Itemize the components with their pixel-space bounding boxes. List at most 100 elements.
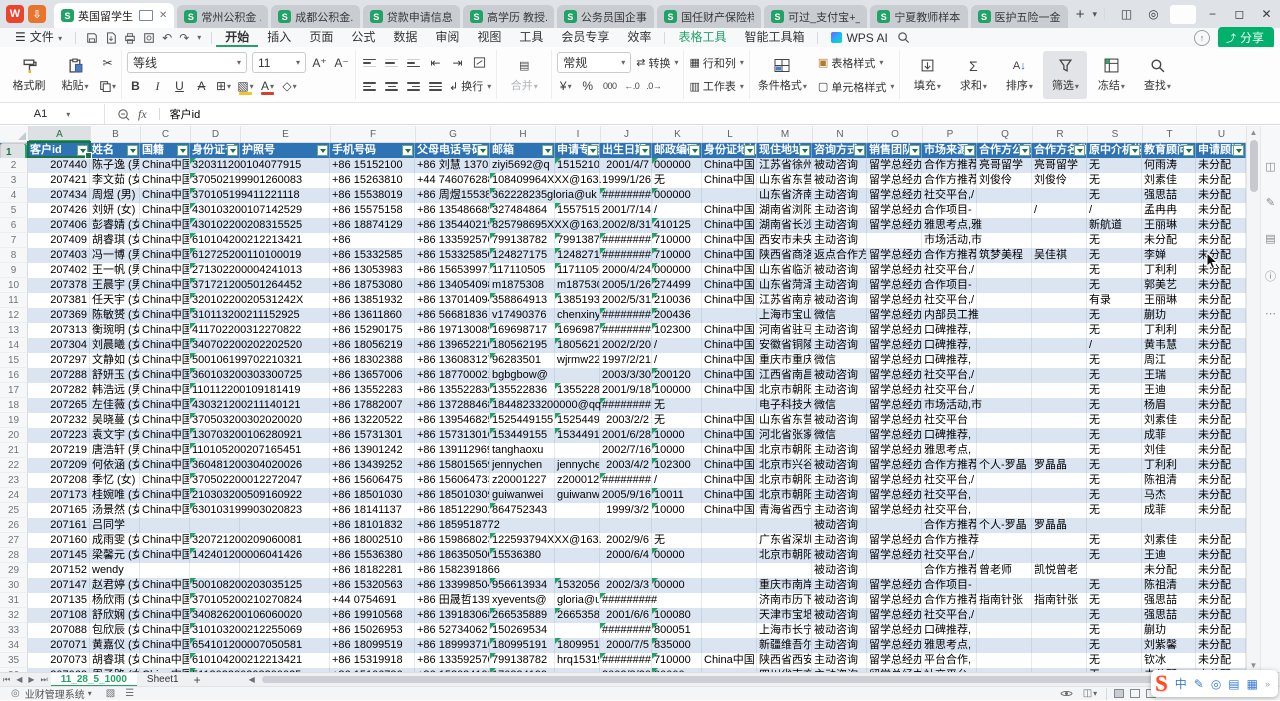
justify-icon[interactable] — [427, 77, 444, 96]
cell-R23[interactable] — [1032, 473, 1087, 488]
cell-K34[interactable]: 835000 — [652, 638, 702, 653]
cell-J11[interactable]: 2002/5/31 — [600, 293, 652, 308]
cell-O9[interactable]: 留学总经办 — [867, 263, 922, 278]
font-name-select[interactable]: 等线▾ — [127, 52, 247, 73]
cell-F24[interactable]: +86 18501030 — [330, 488, 415, 503]
cell-F17[interactable]: +86 13552283 — [330, 383, 415, 398]
cell-D12[interactable]: 310113200211152925 — [190, 308, 240, 323]
cell-U20[interactable]: 未分配 — [1196, 428, 1246, 443]
cell-L3[interactable]: China中国 — [702, 173, 757, 188]
cell-P20[interactable]: 口碑推荐, — [922, 428, 977, 443]
cell-G30[interactable]: +86 1339985047 — [415, 578, 490, 593]
cell-O3[interactable]: 留学总经办 — [867, 173, 922, 188]
cell-N12[interactable]: 微信 — [812, 308, 867, 323]
file-tab[interactable]: S成都公积金.xlsx — [271, 5, 359, 28]
find-button[interactable]: 查找▾ — [1135, 51, 1179, 99]
cell-U21[interactable]: 未分配 — [1196, 443, 1246, 458]
freeze-button[interactable]: 冻结▾ — [1089, 51, 1133, 99]
cell-U14[interactable]: 未分配 — [1196, 338, 1246, 353]
cell-U29[interactable]: 未分配 — [1196, 563, 1246, 578]
cell-R24[interactable] — [1032, 488, 1087, 503]
column-header-C[interactable]: C — [141, 126, 191, 142]
cell-C5[interactable]: China中国 — [140, 203, 190, 218]
cell-R3[interactable]: 刘俊伶 — [1032, 173, 1087, 188]
cell-K10[interactable]: 274499 — [652, 278, 702, 293]
borders-button[interactable]: ⊞▾ — [215, 77, 232, 96]
cell-I28[interactable] — [555, 548, 600, 563]
row-header-34[interactable]: 34 — [0, 638, 28, 653]
cell-H24[interactable]: guiwanwei — [490, 488, 555, 503]
cell-J35[interactable]: ######### — [600, 653, 652, 668]
file-tab[interactable]: S常州公积金 .xlsx — [177, 5, 268, 28]
row-header-18[interactable]: 18 — [0, 398, 28, 413]
cell-T22[interactable]: 丁利利 — [1142, 458, 1196, 473]
cell-G24[interactable]: +86 1850103098 — [415, 488, 490, 503]
align-center-icon[interactable] — [383, 77, 400, 96]
next-sheet-icon[interactable]: ▶ — [25, 675, 37, 684]
cell-L28[interactable] — [702, 548, 757, 563]
cell-H7[interactable]: 799138782 — [490, 233, 555, 248]
cell-K19[interactable]: 无 — [652, 413, 702, 428]
cell-H18[interactable]: 18448233200000@qq — [490, 398, 555, 413]
header-cell-K1[interactable]: 邮政编码 — [652, 143, 702, 158]
cell-T30[interactable]: 陈祖清 — [1142, 578, 1196, 593]
cell-Q29[interactable]: 曾老师 — [977, 563, 1032, 578]
cell-B14[interactable]: 刘晨曦 (女 — [90, 338, 140, 353]
cell-N16[interactable]: 被动咨询 — [812, 368, 867, 383]
cell-B15[interactable]: 文静如 (女 — [90, 353, 140, 368]
cell-H19[interactable]: 1525449155 — [490, 413, 555, 428]
wps-logo-icon[interactable]: W — [6, 5, 24, 23]
cell-S30[interactable]: 无 — [1087, 578, 1142, 593]
cell-G14[interactable]: +86 1396522100 — [415, 338, 490, 353]
cell-G10[interactable]: +86 1340540988 — [415, 278, 490, 293]
cell-B20[interactable]: 袁文宇 (女 — [90, 428, 140, 443]
filter-dropdown-button[interactable] — [77, 145, 88, 156]
cell-M13[interactable]: 河南省驻马 — [757, 323, 812, 338]
column-header-O[interactable]: O — [868, 126, 923, 142]
ime-mic-icon[interactable]: ◎ — [1211, 677, 1221, 691]
cell-G2[interactable]: +86 刘慧 137052 — [415, 158, 490, 173]
cell-D14[interactable]: 340702200202202520 — [190, 338, 240, 353]
column-header-S[interactable]: S — [1088, 126, 1143, 142]
sheet-tab-Sheet1[interactable]: Sheet1 — [137, 673, 189, 687]
cell-L11[interactable]: China中国 — [702, 293, 757, 308]
cell-P35[interactable]: 平台合作, — [922, 653, 977, 668]
cell-M2[interactable]: 江苏省徐州 — [757, 158, 812, 173]
cell-P18[interactable]: 市场活动,市 — [922, 398, 977, 413]
cell-A6[interactable]: 207406 — [28, 218, 90, 233]
cell-C10[interactable]: China中国 — [140, 278, 190, 293]
cell-U26[interactable] — [1196, 518, 1246, 533]
cell-F26[interactable]: +86 18101832 — [330, 518, 415, 533]
cell-C31[interactable]: China中国 — [140, 593, 190, 608]
ime-pen-icon[interactable]: ✎ — [1194, 677, 1204, 691]
cell-U8[interactable]: 未分配 — [1196, 248, 1246, 263]
cell-T28[interactable]: 王迪 — [1142, 548, 1196, 563]
cell-K24[interactable]: 10011 — [652, 488, 702, 503]
row-header-28[interactable]: 28 — [0, 548, 28, 563]
bold-button[interactable]: B — [127, 77, 144, 96]
cell-K14[interactable]: / — [652, 338, 702, 353]
cell-K36[interactable]: 00000 — [652, 668, 702, 672]
cell-G33[interactable]: +86 52734062 — [415, 623, 490, 638]
header-cell-A1[interactable]: 客户id — [28, 143, 90, 158]
row-header-5[interactable]: 5 — [0, 203, 28, 218]
cell-A23[interactable]: 207208 — [28, 473, 90, 488]
cell-A19[interactable]: 207232 — [28, 413, 90, 428]
column-header-B[interactable]: B — [91, 126, 141, 142]
cell-J4[interactable]: ######### — [600, 188, 652, 203]
cell-P32[interactable]: 社交平台,/ — [922, 608, 977, 623]
cell-J22[interactable]: 2003/4/2 — [600, 458, 652, 473]
cell-M8[interactable]: 陕西省商洛 — [757, 248, 812, 263]
cell-T21[interactable]: 刘佳 — [1142, 443, 1196, 458]
filter-dropdown-button[interactable] — [402, 145, 413, 156]
cell-T29[interactable]: 未分配 — [1142, 563, 1196, 578]
cell-O4[interactable]: 留学总经办 — [867, 188, 922, 203]
tab-list-chevron-icon[interactable]: ▾ — [1089, 9, 1100, 20]
cell-S16[interactable]: 无 — [1087, 368, 1142, 383]
cell-H30[interactable]: 956613934 — [490, 578, 555, 593]
underline-button[interactable]: U — [171, 77, 188, 96]
vertical-scroll-thumb[interactable] — [1250, 140, 1258, 192]
cell-T27[interactable]: 刘素佳 — [1142, 533, 1196, 548]
cell-L25[interactable]: China中国 — [702, 503, 757, 518]
cell-A30[interactable]: 207147 — [28, 578, 90, 593]
